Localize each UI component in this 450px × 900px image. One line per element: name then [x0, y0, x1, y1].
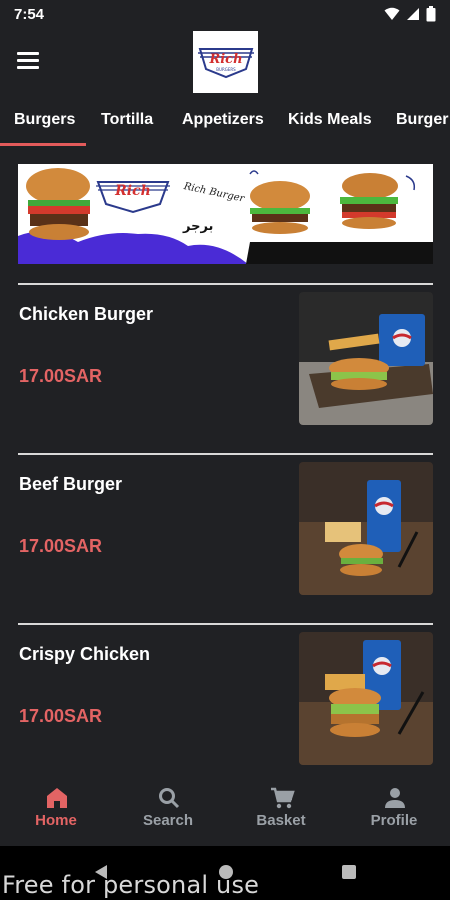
status-bar: 7:54 — [0, 0, 450, 30]
nav-home[interactable]: Home — [0, 770, 112, 846]
person-icon — [385, 788, 405, 808]
app-logo: Rich BURGERS — [193, 31, 258, 93]
nav-basket-label: Basket — [256, 812, 306, 829]
recents-icon[interactable] — [341, 864, 357, 880]
nav-profile[interactable]: Profile — [338, 770, 450, 846]
logo-text: Rich — [208, 52, 242, 67]
banner-arabic-text: برجر — [182, 219, 213, 234]
item-price: 17.00SAR — [19, 366, 103, 386]
tab-burgers[interactable]: Burgers — [14, 100, 75, 146]
tab-tortilla[interactable]: Tortilla — [101, 100, 153, 146]
banner-burger-3 — [340, 173, 398, 229]
promo-banner[interactable]: Rich Rich Burger برجر — [18, 164, 433, 264]
divider — [18, 453, 433, 455]
category-tabs: Burgers Tortilla Appetizers Kids Meals B… — [0, 100, 450, 146]
watermark-text: Free for personal use — [2, 871, 260, 899]
item-photo — [299, 292, 433, 425]
nav-search-label: Search — [142, 812, 194, 829]
battery-icon — [426, 6, 436, 22]
banner-logo-text: Rich — [114, 183, 151, 199]
wifi-icon — [384, 7, 400, 20]
divider — [18, 283, 433, 285]
hamburger-menu-icon[interactable] — [17, 52, 39, 70]
app-bar: Rich BURGERS — [0, 30, 450, 96]
item-name: Crispy Chicken — [19, 644, 151, 664]
menu-item-crispy-chicken[interactable]: Crispy Chicken 17.00SAR — [18, 632, 433, 770]
divider — [18, 623, 433, 625]
tab-appetizers[interactable]: Appetizers — [182, 100, 264, 146]
item-price: 17.00SAR — [19, 706, 103, 726]
item-photo — [299, 632, 433, 765]
nav-basket[interactable]: Basket — [225, 770, 337, 846]
banner-burger-1 — [26, 168, 90, 240]
item-name: Chicken Burger — [19, 304, 154, 324]
search-icon — [159, 788, 180, 809]
item-name: Beef Burger — [19, 474, 123, 494]
tab-kids-meals[interactable]: Kids Meals — [288, 100, 372, 146]
nav-search[interactable]: Search — [112, 770, 224, 846]
item-photo — [299, 462, 433, 595]
nav-home-label: Home — [35, 812, 77, 829]
cart-icon — [271, 787, 295, 809]
menu-content: Rich Rich Burger برجر Chicken Burger 17.… — [0, 146, 450, 770]
menu-item-beef-burger[interactable]: Beef Burger 17.00SAR — [18, 462, 433, 624]
bottom-navigation: Home Search Basket Profile — [0, 770, 450, 846]
status-time: 7:54 — [14, 6, 45, 23]
status-icons — [384, 6, 436, 22]
item-price: 17.00SAR — [19, 536, 103, 556]
nav-profile-label: Profile — [370, 812, 418, 829]
tab-burger-more[interactable]: Burger I — [396, 100, 450, 146]
home-icon — [47, 788, 67, 808]
signal-icon — [407, 8, 419, 20]
logo-subtext: BURGERS — [216, 67, 236, 72]
menu-item-chicken-burger[interactable]: Chicken Burger 17.00SAR — [18, 292, 433, 454]
